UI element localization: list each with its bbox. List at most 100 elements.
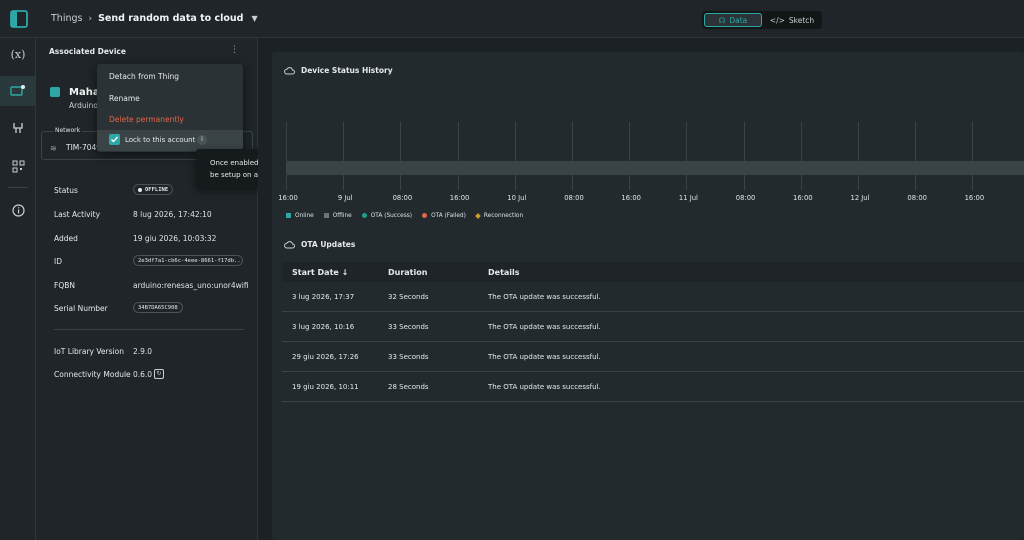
- status-badge: OFFLINE: [133, 184, 174, 195]
- legend-label: OTA (Success): [370, 213, 413, 219]
- tab-sketch[interactable]: </> Sketch: [764, 13, 820, 27]
- caret-down-icon[interactable]: ▼: [251, 14, 257, 23]
- timeline-gridline: [629, 122, 631, 190]
- ota-table-header: Start Date ↓ Duration Details: [282, 262, 1024, 282]
- iot-library-value: 2.9.0: [133, 347, 153, 356]
- id-value[interactable]: 2e3df7a1-cb6c-4eee-8661-f17db...: [133, 255, 243, 266]
- timeline-gridline: [915, 122, 917, 190]
- fqbn-label: FQBN: [54, 281, 75, 290]
- timeline-tick-label: 16:00: [278, 194, 298, 202]
- timeline-gridline: [400, 122, 402, 190]
- top-bar: Things › Send random data to cloud ▼ ☊ D…: [0, 0, 1024, 38]
- menu-detach[interactable]: Detach from Thing: [109, 72, 179, 81]
- legend-swatch: [323, 213, 329, 218]
- network-value: TIM-7049: [66, 143, 102, 152]
- timeline-tick-label: 16:00: [793, 194, 813, 202]
- history-header: Device Status History: [284, 66, 393, 75]
- legend-label: Online: [295, 213, 314, 219]
- code-icon: </>: [769, 15, 785, 25]
- tab-data-label: Data: [729, 15, 748, 25]
- timeline-tick-label: 10 Jul: [507, 194, 527, 202]
- cell-duration: 33 Seconds: [388, 353, 429, 361]
- sidebar-toggle-icon[interactable]: [9, 9, 29, 29]
- lock-account-label: Lock to this account: [125, 136, 196, 144]
- timeline-gridline: [572, 122, 573, 190]
- timeline-gridline: [514, 122, 516, 190]
- more-vertical-icon[interactable]: ⋮: [230, 45, 239, 55]
- timeline-gridline: [286, 122, 287, 190]
- view-toggle: ☊ Data </> Sketch: [702, 11, 822, 29]
- qr-icon: [12, 160, 24, 172]
- serial-value[interactable]: 34B7DA65C908: [133, 302, 183, 313]
- timeline-gridline: [800, 122, 802, 190]
- last-activity-value: 8 lug 2026, 17:42:10: [133, 210, 212, 219]
- col-start-date[interactable]: Start Date ↓: [292, 268, 348, 277]
- status-label: Status: [54, 186, 78, 195]
- legend-item: OTA (Failed): [422, 213, 466, 219]
- table-row[interactable]: 29 giu 2026, 17:26 33 Seconds The OTA upda…: [282, 342, 1024, 372]
- cell-duration: 33 Seconds: [388, 323, 429, 331]
- table-row[interactable]: 19 giu 2026, 10:11 28 Seconds The OTA upda…: [282, 372, 1024, 402]
- variables-icon: (x): [10, 47, 26, 61]
- network-label: Network: [53, 127, 83, 134]
- legend-swatch: [286, 213, 291, 218]
- cell-start-date: 3 lug 2026, 17:37: [292, 293, 355, 301]
- board-icon: [50, 87, 60, 97]
- refresh-icon[interactable]: ↻: [154, 369, 164, 379]
- ota-header: OTA Updates: [284, 240, 355, 249]
- menu-lock-account[interactable]: Lock to this account i: [97, 130, 243, 151]
- plug-icon: [13, 123, 23, 133]
- timeline-gridline: [858, 122, 859, 190]
- legend-label: OTA (Failed): [431, 213, 466, 219]
- legend-swatch: [475, 212, 481, 219]
- history-legend: Online Offline OTA (Success) OTA (Failed) Re…: [286, 212, 524, 219]
- table-row[interactable]: 3 lug 2026, 17:37 32 Seconds The OTA updat…: [282, 282, 1024, 312]
- device-icon: [10, 85, 25, 96]
- timeline-gridline: [743, 122, 745, 190]
- checkbox-checked-icon[interactable]: [109, 134, 120, 145]
- breadcrumb: Things › Send random data to cloud ▼: [51, 13, 258, 24]
- col-details: Details: [488, 268, 520, 277]
- connectivity-module-label: Connectivity Module: [54, 370, 131, 379]
- cloud-upload-icon: [284, 241, 295, 249]
- rail-webhooks[interactable]: [0, 114, 36, 142]
- timeline-tick-label: 08:00: [735, 194, 756, 202]
- tab-sketch-label: Sketch: [788, 15, 815, 25]
- rail-variables[interactable]: (x): [0, 40, 36, 68]
- col-start-date-label: Start Date: [292, 268, 339, 277]
- info-icon: [11, 203, 25, 217]
- legend-label: Reconnection: [483, 213, 524, 219]
- rail-device[interactable]: [0, 76, 36, 106]
- table-row[interactable]: 3 lug 2026, 10:16 33 Seconds The OTA updat…: [282, 312, 1024, 342]
- breadcrumb-things[interactable]: Things: [51, 13, 82, 24]
- ota-title: OTA Updates: [301, 240, 356, 249]
- fqbn-value: arduino:renesas_uno:unor4wifi: [133, 281, 249, 290]
- menu-rename[interactable]: Rename: [109, 94, 140, 103]
- chevron-right-icon: ›: [88, 13, 93, 24]
- last-activity-label: Last Activity: [54, 210, 101, 219]
- legend-item: Offline: [323, 213, 352, 219]
- timeline-gridline: [972, 122, 974, 190]
- device-type: Arduino: [69, 101, 99, 110]
- timeline-tick-label: 16:00: [621, 194, 641, 202]
- rail-metadata[interactable]: [0, 152, 36, 180]
- breadcrumb-thing-name[interactable]: Send random data to cloud: [98, 13, 243, 24]
- serial-label: Serial Number: [54, 304, 108, 313]
- cell-duration: 28 Seconds: [388, 383, 429, 391]
- legend-swatch: [361, 213, 367, 218]
- legend-label: Offline: [332, 213, 352, 219]
- added-label: Added: [54, 234, 78, 243]
- cell-details: The OTA update was successful.: [488, 383, 601, 391]
- sort-down-icon: ↓: [341, 268, 349, 277]
- iot-library-label: IoT Library Version: [54, 347, 124, 356]
- menu-delete[interactable]: Delete permanently: [109, 115, 184, 124]
- legend-item: OTA (Success): [361, 213, 413, 219]
- col-duration: Duration: [388, 268, 428, 277]
- tab-data[interactable]: ☊ Data: [704, 13, 762, 27]
- timeline-gridline: [343, 122, 345, 190]
- info-icon[interactable]: i: [197, 135, 207, 145]
- status-dot: [138, 187, 142, 192]
- device-options-menu: Detach from Thing Rename Delete permanen…: [97, 64, 243, 152]
- rail-info[interactable]: [0, 196, 36, 224]
- cell-duration: 32 Seconds: [388, 293, 429, 301]
